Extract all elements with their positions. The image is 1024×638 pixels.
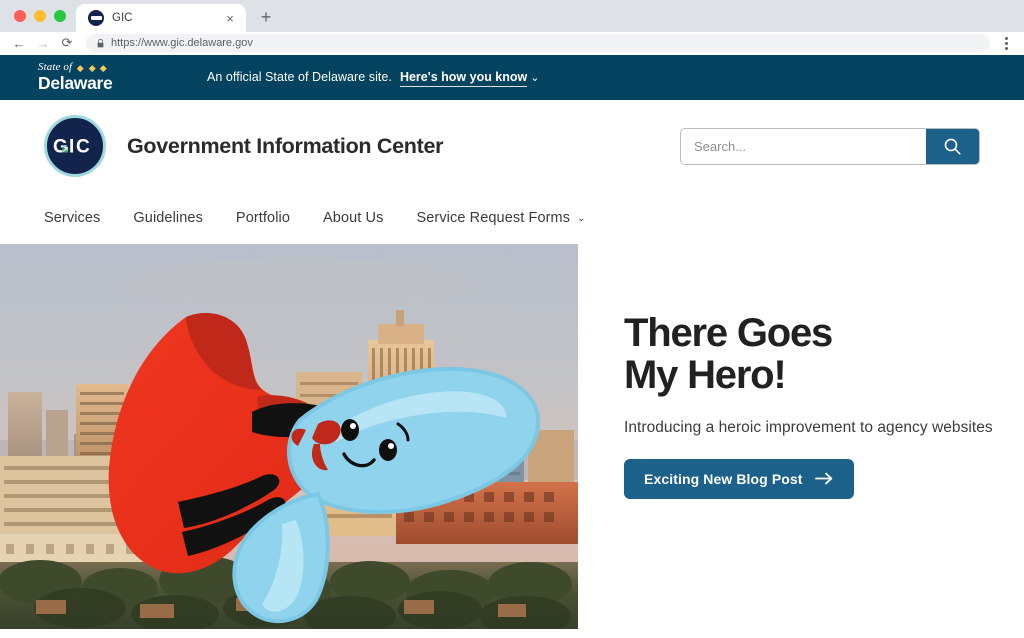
nav-item-portfolio[interactable]: Portfolio (236, 210, 290, 226)
browser-window: GIC × + ← → ⟳ https://www.gic.delaware.g… (0, 0, 1024, 638)
url-text: https://www.gic.delaware.gov (111, 37, 253, 49)
nav-label: Guidelines (133, 210, 203, 226)
page-viewport: State of Delaware An official State of D… (0, 55, 1024, 638)
new-tab-icon[interactable]: + (252, 3, 280, 31)
chevron-down-icon[interactable]: ⌄ (530, 71, 539, 84)
browser-toolbar: ← → ⟳ https://www.gic.delaware.gov (0, 32, 1024, 55)
exciting-new-blog-post-button[interactable]: Exciting New Blog Post (624, 458, 854, 499)
nav-item-guidelines[interactable]: Guidelines (133, 210, 203, 226)
diamond-dots-icon (77, 64, 107, 71)
nav-label: About Us (323, 210, 384, 226)
hero-subtitle: Introducing a heroic improvement to agen… (624, 418, 993, 436)
chevron-down-icon: ⌄ (577, 212, 586, 224)
cta-label: Exciting New Blog Post (644, 470, 803, 487)
svg-text:C: C (76, 137, 90, 157)
forward-icon[interactable]: → (32, 32, 54, 54)
svg-text:G: G (53, 137, 68, 157)
primary-navigation: Services Guidelines Portfolio About Us S… (0, 192, 1024, 244)
hero-section: There Goes My Hero! Introducing a heroic… (0, 244, 1024, 629)
nav-item-service-request-forms[interactable]: Service Request Forms ⌄ (416, 210, 585, 226)
nav-label: Services (44, 210, 101, 226)
lock-icon (97, 38, 104, 47)
state-of-delaware-logo[interactable]: State of Delaware (38, 62, 134, 93)
nav-item-services[interactable]: Services (44, 210, 100, 226)
hero-image (0, 244, 578, 629)
nav-label: Service Request Forms (416, 210, 571, 226)
close-window-button[interactable] (14, 10, 26, 22)
minimize-window-button[interactable] (34, 10, 46, 22)
hero-copy: There Goes My Hero! Introducing a heroic… (578, 244, 1024, 629)
arrow-right-icon (814, 472, 832, 485)
site-title: Government Information Center (127, 133, 444, 158)
search-icon (944, 138, 961, 155)
gic-favicon-icon (88, 10, 104, 26)
hero-illustration (0, 244, 578, 629)
site-header: G I C Government Information Center (0, 100, 1024, 192)
hero-headline: There Goes My Hero! (624, 311, 833, 398)
heres-how-you-know-group[interactable]: Here's how you know ⌄ (399, 68, 539, 87)
brand-lockup[interactable]: G I C Government Information Center (44, 115, 444, 177)
logo-top-row: State of (38, 62, 134, 73)
browser-tab[interactable]: GIC × (76, 4, 246, 32)
site-search (680, 127, 980, 165)
browser-tab-strip: GIC × + (0, 0, 1024, 32)
kebab-menu-icon[interactable] (996, 33, 1016, 53)
gic-logo-icon[interactable]: G I C (44, 115, 106, 177)
search-submit-button[interactable] (926, 128, 979, 164)
svg-text:I: I (69, 137, 74, 157)
maximize-window-button[interactable] (54, 10, 66, 22)
reload-icon[interactable]: ⟳ (56, 32, 78, 54)
state-of-label: State of (38, 61, 73, 74)
nav-item-about-us[interactable]: About Us (323, 210, 383, 226)
tab-title: GIC (112, 12, 133, 24)
search-input[interactable] (681, 128, 926, 164)
back-icon[interactable]: ← (8, 32, 30, 54)
delaware-label: Delaware (38, 73, 113, 94)
heres-how-you-know-link[interactable]: Here's how you know (399, 70, 528, 87)
banner-notice-group: An official State of Delaware site. Here… (207, 68, 539, 87)
nav-label: Portfolio (235, 210, 291, 226)
official-site-banner: State of Delaware An official State of D… (0, 55, 1024, 100)
official-site-notice: An official State of Delaware site. (207, 70, 392, 84)
address-bar[interactable]: https://www.gic.delaware.gov (86, 34, 990, 52)
close-tab-icon[interactable]: × (222, 10, 238, 26)
window-traffic-lights (10, 0, 76, 32)
